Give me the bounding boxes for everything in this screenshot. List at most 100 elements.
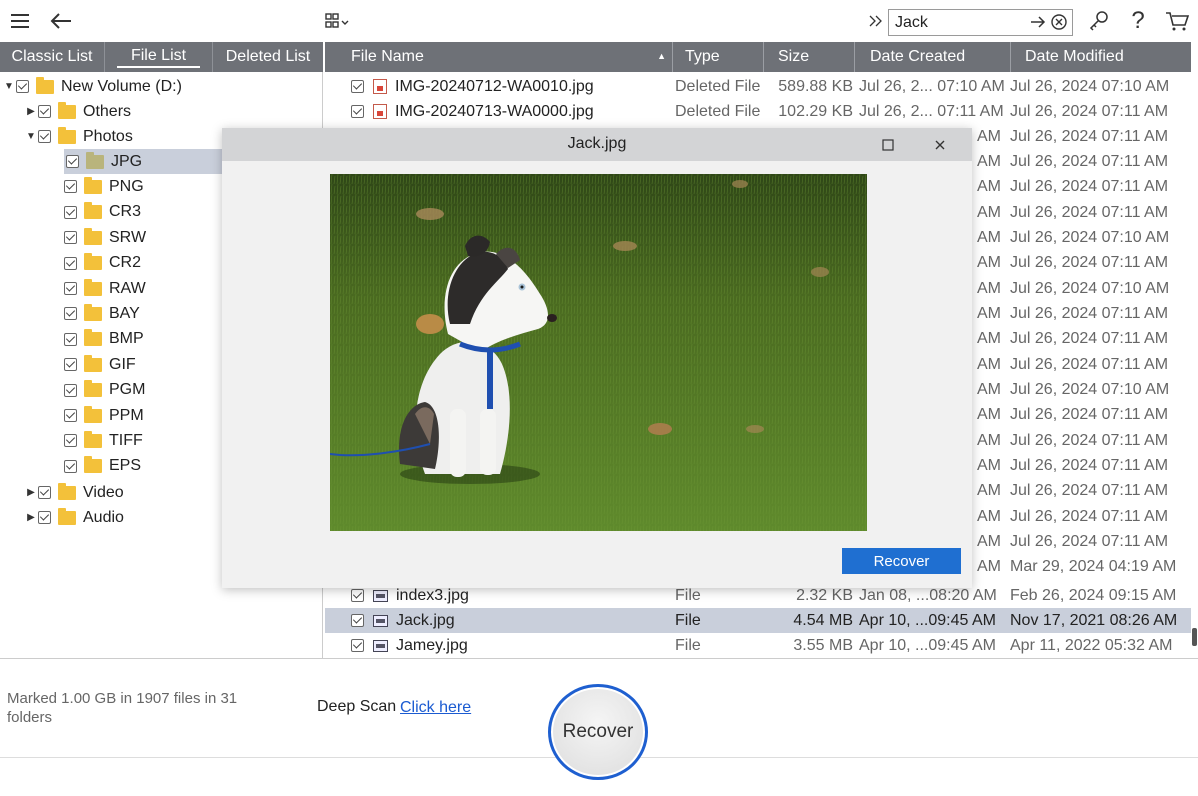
cell-text: AM — [977, 457, 1001, 475]
preview-dialog: Jack.jpg Recover — [222, 128, 972, 588]
checkbox[interactable] — [64, 256, 77, 270]
checkbox[interactable] — [64, 459, 77, 473]
checkbox[interactable] — [66, 155, 79, 168]
checkbox[interactable] — [351, 105, 364, 118]
tree-item-label: BAY — [109, 304, 140, 322]
help-icon[interactable]: ? — [1126, 7, 1150, 34]
tree-item-photos[interactable]: ▼ Photos — [24, 124, 133, 149]
checkbox[interactable] — [64, 282, 77, 295]
file-row[interactable]: IMG-20240712-WA0010.jpg Deleted File 589.8… — [325, 74, 1191, 99]
cell-text: Jul 26, 2024 07:10 AM — [1010, 279, 1170, 297]
column-size[interactable]: Size — [764, 42, 855, 72]
checkbox[interactable] — [351, 614, 364, 627]
cell-text: AM — [977, 507, 1001, 525]
deep-scan-link[interactable]: Click here — [400, 699, 471, 717]
expanded-arrow-icon[interactable]: ▼ — [24, 131, 38, 142]
cell-created: Apr 10, ...09:45 AM — [859, 633, 1009, 658]
checkbox[interactable] — [351, 639, 364, 652]
checkbox[interactable] — [64, 231, 77, 245]
tree-item-photo-type[interactable]: EPS — [64, 454, 141, 479]
cell-created: AM — [977, 504, 1007, 529]
preview-recover-button[interactable]: Recover — [842, 548, 961, 574]
tree-item-photo-type[interactable]: JPG — [64, 149, 222, 174]
checkbox[interactable] — [351, 80, 364, 93]
search-field[interactable] — [888, 9, 1073, 36]
checkbox[interactable] — [64, 307, 77, 321]
key-icon[interactable] — [1086, 8, 1112, 34]
column-file-name[interactable]: File Name ▲ — [325, 42, 673, 72]
tree-item-label: TIFF — [109, 431, 143, 449]
cell-modified: Jul 26, 2024 07:10 AM — [1010, 378, 1190, 403]
search-input[interactable] — [895, 13, 1025, 33]
tree-item-photo-type[interactable]: CR3 — [64, 200, 141, 225]
tab-file-list[interactable]: File List — [105, 42, 213, 72]
cell-created: AM — [977, 530, 1007, 555]
tree-item-photo-type[interactable]: PPM — [64, 403, 144, 428]
checkbox[interactable] — [16, 80, 29, 93]
cell-created: AM — [977, 378, 1007, 403]
column-type[interactable]: Type — [673, 42, 764, 72]
deleted-image-file-icon — [373, 104, 387, 119]
checkbox[interactable] — [64, 358, 77, 372]
hamburger-menu-icon[interactable] — [8, 8, 32, 34]
tree-item-others[interactable]: ▶ Others — [24, 99, 131, 124]
tree-item-video[interactable]: ▶ Video — [24, 480, 124, 505]
collapsed-arrow-icon[interactable]: ▶ — [24, 512, 38, 523]
file-name: IMG-20240713-WA0000.jpg — [395, 102, 594, 120]
checkbox[interactable] — [64, 409, 77, 422]
back-arrow-icon[interactable] — [48, 8, 74, 34]
checkbox[interactable] — [64, 434, 77, 448]
checkbox[interactable] — [351, 589, 364, 602]
tree-item-photo-type[interactable]: BAY — [64, 301, 140, 326]
expanded-arrow-icon[interactable]: ▼ — [2, 81, 16, 92]
close-icon[interactable] — [931, 136, 949, 154]
cart-icon[interactable] — [1162, 8, 1192, 34]
file-row[interactable]: IMG-20240713-WA0000.jpg Deleted File 102.2… — [325, 99, 1191, 124]
cell-modified: Jul 26, 2024 07:11 AM — [1010, 454, 1190, 479]
tree-item-label: New Volume (D:) — [61, 77, 182, 95]
checkbox[interactable] — [38, 486, 51, 499]
tree-item-photo-type[interactable]: SRW — [64, 225, 146, 250]
folder-icon — [86, 151, 104, 169]
collapsed-arrow-icon[interactable]: ▶ — [24, 106, 38, 117]
maximize-icon[interactable] — [879, 136, 897, 154]
cell-modified: Jul 26, 2024 07:11 AM — [1010, 327, 1190, 352]
column-date-created[interactable]: Date Created — [855, 42, 1011, 72]
checkbox[interactable] — [64, 383, 77, 397]
folder-icon — [84, 253, 102, 271]
tree-item-photo-type[interactable]: GIF — [64, 352, 136, 377]
cell-text: Jul 26, 2024 07:11 AM — [1010, 431, 1169, 449]
file-row[interactable]: Jamey.jpg File 3.55 MB Apr 10, ...09:45 AM A… — [325, 633, 1191, 658]
tree-item-photo-type[interactable]: PGM — [64, 378, 145, 403]
tab-deleted-list[interactable]: Deleted List — [213, 42, 323, 72]
cell-text: File — [675, 586, 701, 604]
tree-item-audio[interactable]: ▶ Audio — [24, 505, 124, 530]
file-row[interactable]: Jack.jpg File 4.54 MB Apr 10, ...09:45 AM No… — [325, 608, 1191, 633]
tab-classic-list[interactable]: Classic List — [0, 42, 105, 72]
checkbox[interactable] — [38, 130, 51, 143]
checkbox[interactable] — [64, 332, 77, 346]
cell-text: 4.54 MB — [793, 611, 853, 629]
tree-item-photo-type[interactable]: RAW — [64, 276, 146, 301]
search-go-icon[interactable] — [1029, 13, 1047, 36]
recover-button[interactable]: Recover — [548, 684, 648, 780]
checkbox[interactable] — [64, 180, 77, 194]
tree-item-photo-type[interactable]: BMP — [64, 327, 144, 352]
cell-created: AM — [977, 479, 1007, 504]
expand-chevron-icon[interactable] — [864, 8, 886, 34]
cell-created: Jul 26, 2... 07:10 AM — [859, 74, 1009, 99]
scrollbar-thumb[interactable] — [1192, 628, 1197, 646]
grid-view-icon[interactable] — [322, 8, 356, 34]
column-date-modified[interactable]: Date Modified — [1011, 42, 1191, 72]
tree-item-photo-type[interactable]: TIFF — [64, 428, 143, 453]
checkbox[interactable] — [38, 511, 51, 524]
clear-search-icon[interactable] — [1050, 13, 1068, 36]
cell-text: AM — [977, 558, 1001, 576]
checkbox[interactable] — [64, 205, 77, 219]
checkbox[interactable] — [38, 105, 51, 118]
collapsed-arrow-icon[interactable]: ▶ — [24, 487, 38, 498]
tree-item-root[interactable]: ▼ New Volume (D:) — [2, 74, 182, 99]
tree-item-photo-type[interactable]: CR2 — [64, 251, 141, 276]
tree-item-photo-type[interactable]: PNG — [64, 174, 144, 199]
cell-text: AM — [977, 203, 1001, 221]
